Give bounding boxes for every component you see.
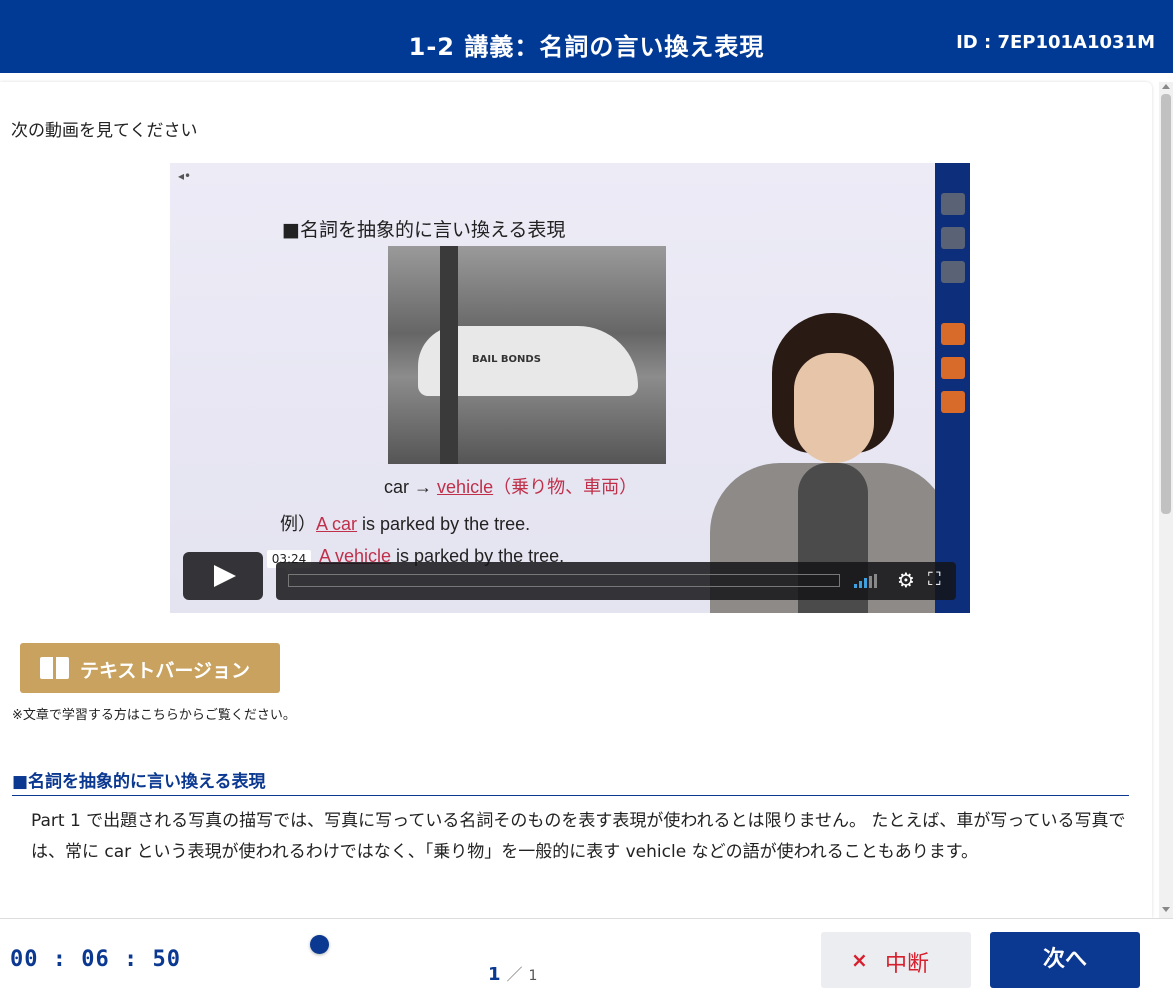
- text-version-button[interactable]: テキストバージョン: [20, 643, 280, 693]
- scroll-down-arrow-icon[interactable]: [1162, 907, 1170, 912]
- slide-title: ■名詞を抽象的に言い換える表現: [282, 219, 566, 241]
- header-bar: 1-2 講義：名詞の言い換え表現 ID : 7EP101A1031M: [0, 0, 1173, 73]
- example-1-rest: is parked by the tree.: [357, 514, 531, 534]
- arrow-glyph: →: [414, 477, 433, 497]
- video-player[interactable]: ◂• ■名詞を抽象的に言い換える表現 BAIL BONDS car → vehi…: [170, 163, 970, 613]
- example-prefix: 例）: [280, 514, 316, 534]
- progress-dot: [310, 935, 329, 954]
- page-total: 1: [528, 968, 538, 984]
- instruction-text: 次の動画を見てください: [11, 121, 198, 141]
- folder-icon: [941, 193, 965, 215]
- word-vehicle: vehicle: [437, 477, 494, 497]
- page-indicator: 1 ／ 1: [488, 961, 537, 985]
- slide-line-vocabulary: car → vehicle（乗り物、車両）: [384, 473, 637, 499]
- car-door-text: BAIL BONDS: [472, 354, 541, 365]
- play-button[interactable]: [183, 552, 263, 600]
- play-icon[interactable]: [214, 565, 236, 587]
- pen-icon: [941, 323, 965, 345]
- slide-audio-icon: ◂•: [178, 169, 192, 183]
- progress-track[interactable]: [288, 574, 840, 587]
- settings-gear-icon[interactable]: ⚙: [897, 570, 915, 590]
- interrupt-label: 中断: [885, 952, 930, 977]
- tree-shape: [440, 246, 458, 464]
- presenter-face: [794, 353, 874, 463]
- section-heading: ■名詞を抽象的に言い換える表現: [12, 772, 266, 792]
- scroll-up-arrow-icon[interactable]: [1162, 84, 1170, 89]
- scrollbar-thumb[interactable]: [1161, 94, 1171, 514]
- video-control-bar: ⚙ ⛶: [276, 562, 956, 600]
- text-version-note: ※文章で学習する方はこちらからご覧ください。: [12, 708, 296, 723]
- elapsed-timer: 00 : 06 : 50: [10, 947, 181, 972]
- whiteboard-toolbar: [935, 163, 970, 613]
- vehicle-translation: （乗り物、車両）: [493, 477, 638, 497]
- word-car: car: [384, 477, 410, 497]
- pages-icon: [941, 227, 965, 249]
- slide-example-1: 例）A car is parked by the tree.: [280, 510, 530, 536]
- car-photo: BAIL BONDS: [388, 246, 666, 464]
- section-divider: [12, 795, 1129, 796]
- close-icon: ×: [851, 948, 868, 972]
- undo-icon: [941, 391, 965, 413]
- explanation-paragraph: Part 1 で出題される写真の描写では、写真に写っている名詞そのものを表す表現…: [31, 811, 1126, 862]
- example-1-subject: A car: [316, 514, 358, 534]
- book-icon: [40, 657, 70, 679]
- page-current: 1: [488, 964, 501, 985]
- trash-icon: [941, 261, 965, 283]
- text-version-label: テキストバージョン: [80, 660, 251, 682]
- interrupt-button[interactable]: × 中断: [821, 932, 971, 988]
- scrollbar[interactable]: [1159, 82, 1173, 918]
- volume-bars-icon[interactable]: [854, 574, 884, 588]
- marker-icon: [941, 357, 965, 379]
- page-separator: ／: [506, 965, 523, 984]
- lesson-id: ID : 7EP101A1031M: [956, 32, 1155, 53]
- next-button[interactable]: 次へ: [990, 932, 1140, 988]
- fullscreen-icon[interactable]: ⛶: [928, 570, 941, 590]
- footer-bar: 00 : 06 : 50 1 ／ 1 × 中断 次へ: [0, 918, 1173, 994]
